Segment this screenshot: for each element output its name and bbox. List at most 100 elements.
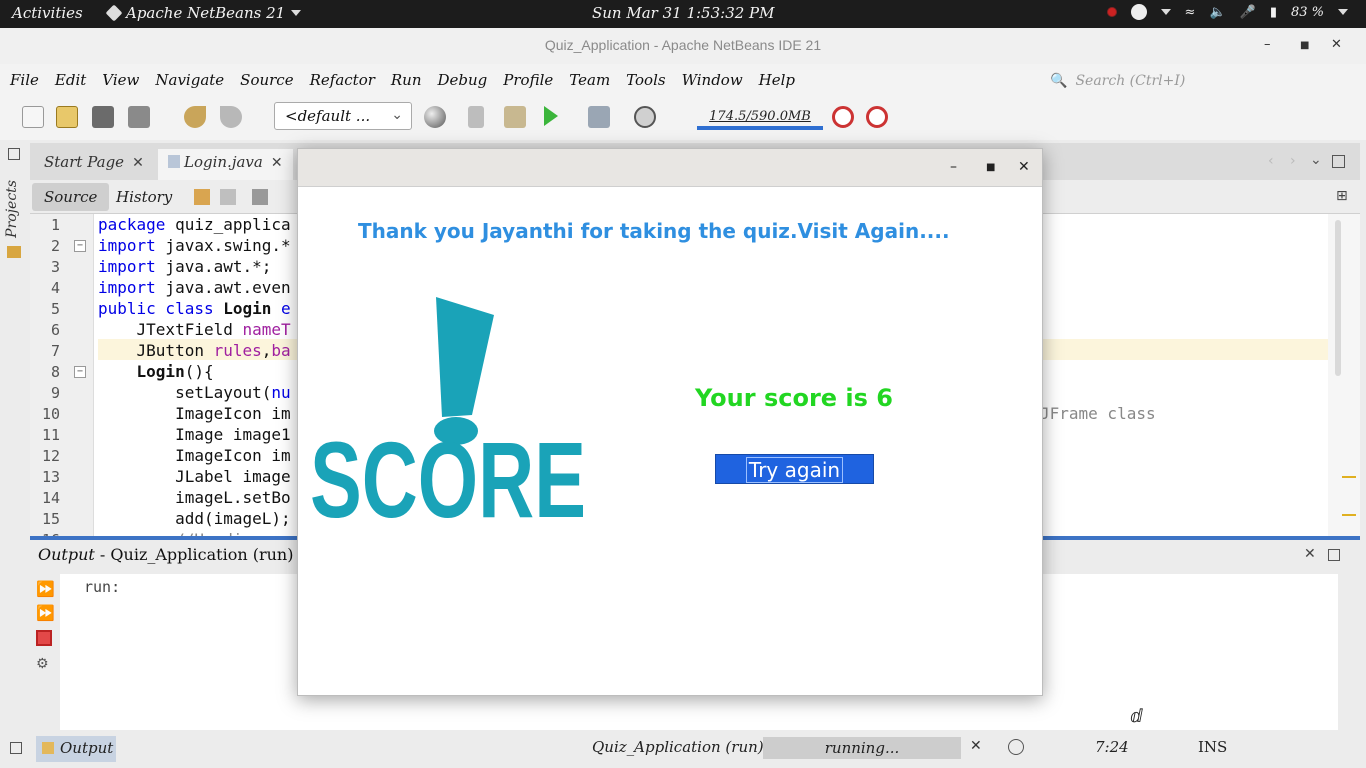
scrollbar-thumb[interactable] bbox=[1335, 220, 1341, 376]
debug-icon[interactable] bbox=[588, 106, 610, 128]
back-icon[interactable] bbox=[220, 189, 236, 205]
tab-start-page[interactable]: Start Page ✕ bbox=[34, 149, 154, 180]
maximize-icon[interactable]: ■ bbox=[1300, 40, 1309, 51]
menu-view[interactable]: View bbox=[102, 71, 139, 89]
projects-tab[interactable]: Projects bbox=[4, 180, 20, 238]
last-edit-icon[interactable] bbox=[194, 189, 210, 205]
output-title-separator: - bbox=[94, 545, 111, 564]
app-menu-label: Apache NetBeans 21 bbox=[126, 4, 286, 22]
minimize-icon[interactable]: – bbox=[950, 159, 957, 175]
recording-icon[interactable] bbox=[1106, 7, 1117, 17]
error-stripe-mark[interactable] bbox=[1342, 514, 1356, 516]
restore-windows-icon[interactable] bbox=[10, 742, 22, 754]
fold-toggle-icon[interactable]: − bbox=[74, 240, 86, 252]
settings-icon[interactable]: ⚙ bbox=[36, 656, 52, 672]
build-hammer-icon[interactable] bbox=[468, 106, 484, 128]
close-icon[interactable]: ✕ bbox=[1304, 546, 1316, 562]
notifications-icon[interactable] bbox=[1008, 739, 1024, 755]
left-side-strip: Projects bbox=[0, 140, 30, 730]
restore-windows-icon[interactable] bbox=[8, 148, 20, 160]
system-tray[interactable]: ≈ 🔈 🎤 ▮ 83 % bbox=[1106, 4, 1348, 20]
menu-file[interactable]: File bbox=[10, 71, 39, 89]
run-icon[interactable] bbox=[544, 106, 558, 126]
profile-icon[interactable] bbox=[634, 106, 656, 128]
open-project-icon[interactable] bbox=[92, 106, 114, 128]
rerun-with-args-icon[interactable]: ⏩ bbox=[36, 604, 55, 622]
close-icon[interactable]: ✕ bbox=[1331, 37, 1342, 52]
line-number: 7 bbox=[50, 342, 60, 360]
main-toolbar: <default ... ⌄ 174.5/590.0MB bbox=[0, 96, 1366, 140]
code-line: JLabel image bbox=[98, 467, 291, 486]
logo-text: SCORE bbox=[310, 419, 586, 525]
line-number: 6 bbox=[50, 321, 60, 339]
clean-build-icon[interactable] bbox=[504, 106, 526, 128]
code-line: Login(){ bbox=[136, 362, 214, 381]
menu-navigate[interactable]: Navigate bbox=[155, 71, 224, 89]
close-icon[interactable]: ✕ bbox=[970, 738, 982, 754]
thank-you-message: Thank you Jayanthi for taking the quiz.V… bbox=[358, 219, 950, 243]
line-number: 5 bbox=[50, 300, 60, 318]
menu-run[interactable]: Run bbox=[391, 71, 422, 89]
accessibility-icon[interactable] bbox=[1130, 4, 1147, 20]
search-box[interactable]: 🔍 Search (Ctrl+I) bbox=[1050, 70, 1360, 92]
line-number: 10 bbox=[41, 405, 60, 423]
output-minimized-tab[interactable]: Output bbox=[36, 736, 116, 762]
caret-position: 7:24 bbox=[1095, 738, 1129, 756]
chevron-down-icon[interactable]: ⌄ bbox=[1310, 152, 1322, 168]
close-icon[interactable]: ✕ bbox=[271, 155, 283, 171]
activities-button[interactable]: Activities bbox=[12, 4, 83, 22]
profile-memory-icon[interactable] bbox=[866, 106, 888, 128]
tab-login-java[interactable]: Login.java ✕ bbox=[158, 149, 293, 180]
menu-window[interactable]: Window bbox=[682, 71, 743, 89]
configuration-select[interactable]: <default ... ⌄ bbox=[274, 102, 412, 130]
fold-toggle-icon[interactable]: − bbox=[74, 366, 86, 378]
score-dialog: – ■ ✕ Thank you Jayanthi for taking the … bbox=[297, 148, 1043, 696]
redo-icon[interactable] bbox=[220, 106, 242, 128]
close-icon[interactable]: ✕ bbox=[1018, 159, 1030, 175]
maximize-output-icon[interactable] bbox=[1328, 549, 1340, 561]
clock[interactable]: Sun Mar 31 1:53:32 PM bbox=[592, 4, 775, 22]
window-title: Quiz_Application - Apache NetBeans IDE 2… bbox=[544, 37, 822, 53]
window-title-bar: Quiz_Application - Apache NetBeans IDE 2… bbox=[0, 28, 1366, 64]
try-again-button[interactable]: Try again bbox=[715, 454, 874, 484]
maximize-icon[interactable]: ■ bbox=[986, 162, 995, 173]
scroll-tabs-left-icon[interactable]: ‹ bbox=[1268, 153, 1274, 169]
menu-source[interactable]: Source bbox=[240, 71, 293, 89]
stop-icon[interactable] bbox=[36, 630, 52, 646]
netbeans-app-icon bbox=[105, 4, 123, 22]
rerun-icon[interactable]: ⏩ bbox=[36, 580, 55, 598]
editor-vertical-scrollbar[interactable] bbox=[1328, 214, 1360, 536]
app-menu[interactable]: Apache NetBeans 21 bbox=[105, 4, 302, 22]
new-file-icon[interactable] bbox=[22, 106, 44, 128]
menu-debug[interactable]: Debug bbox=[438, 71, 488, 89]
menu-help[interactable]: Help bbox=[759, 71, 795, 89]
line-number: 13 bbox=[41, 468, 60, 486]
history-tab[interactable]: History bbox=[104, 183, 184, 211]
globe-icon[interactable] bbox=[424, 106, 446, 128]
close-icon[interactable]: ✕ bbox=[132, 155, 144, 171]
save-all-icon[interactable] bbox=[128, 106, 150, 128]
menu-tools[interactable]: Tools bbox=[626, 71, 665, 89]
forward-icon[interactable] bbox=[252, 189, 268, 205]
code-line: add(imageL); bbox=[98, 509, 291, 528]
minimize-icon[interactable]: – bbox=[1264, 37, 1271, 52]
tab-label: Login.java bbox=[184, 153, 263, 171]
error-stripe-mark[interactable] bbox=[1342, 476, 1356, 478]
menu-edit[interactable]: Edit bbox=[55, 71, 86, 89]
memory-indicator[interactable]: 174.5/590.0MB bbox=[697, 106, 823, 130]
insert-mode: INS bbox=[1198, 738, 1228, 756]
menu-team[interactable]: Team bbox=[569, 71, 610, 89]
maximize-editor-icon[interactable] bbox=[1332, 155, 1345, 168]
gc-icon[interactable] bbox=[832, 106, 854, 128]
undo-icon[interactable] bbox=[184, 106, 206, 128]
menu-refactor[interactable]: Refactor bbox=[310, 71, 375, 89]
split-editor-icon[interactable]: ⊞ bbox=[1336, 188, 1348, 204]
new-project-icon[interactable] bbox=[56, 106, 78, 128]
scroll-tabs-right-icon[interactable]: › bbox=[1290, 153, 1296, 169]
wifi-icon: ≈ bbox=[1184, 4, 1196, 20]
menu-profile[interactable]: Profile bbox=[503, 71, 553, 89]
dialog-title-bar[interactable]: – ■ ✕ bbox=[298, 149, 1042, 187]
configuration-value: <default ... bbox=[285, 107, 371, 125]
logo-exclamation-bar bbox=[436, 297, 494, 417]
source-tab[interactable]: Source bbox=[32, 183, 110, 211]
